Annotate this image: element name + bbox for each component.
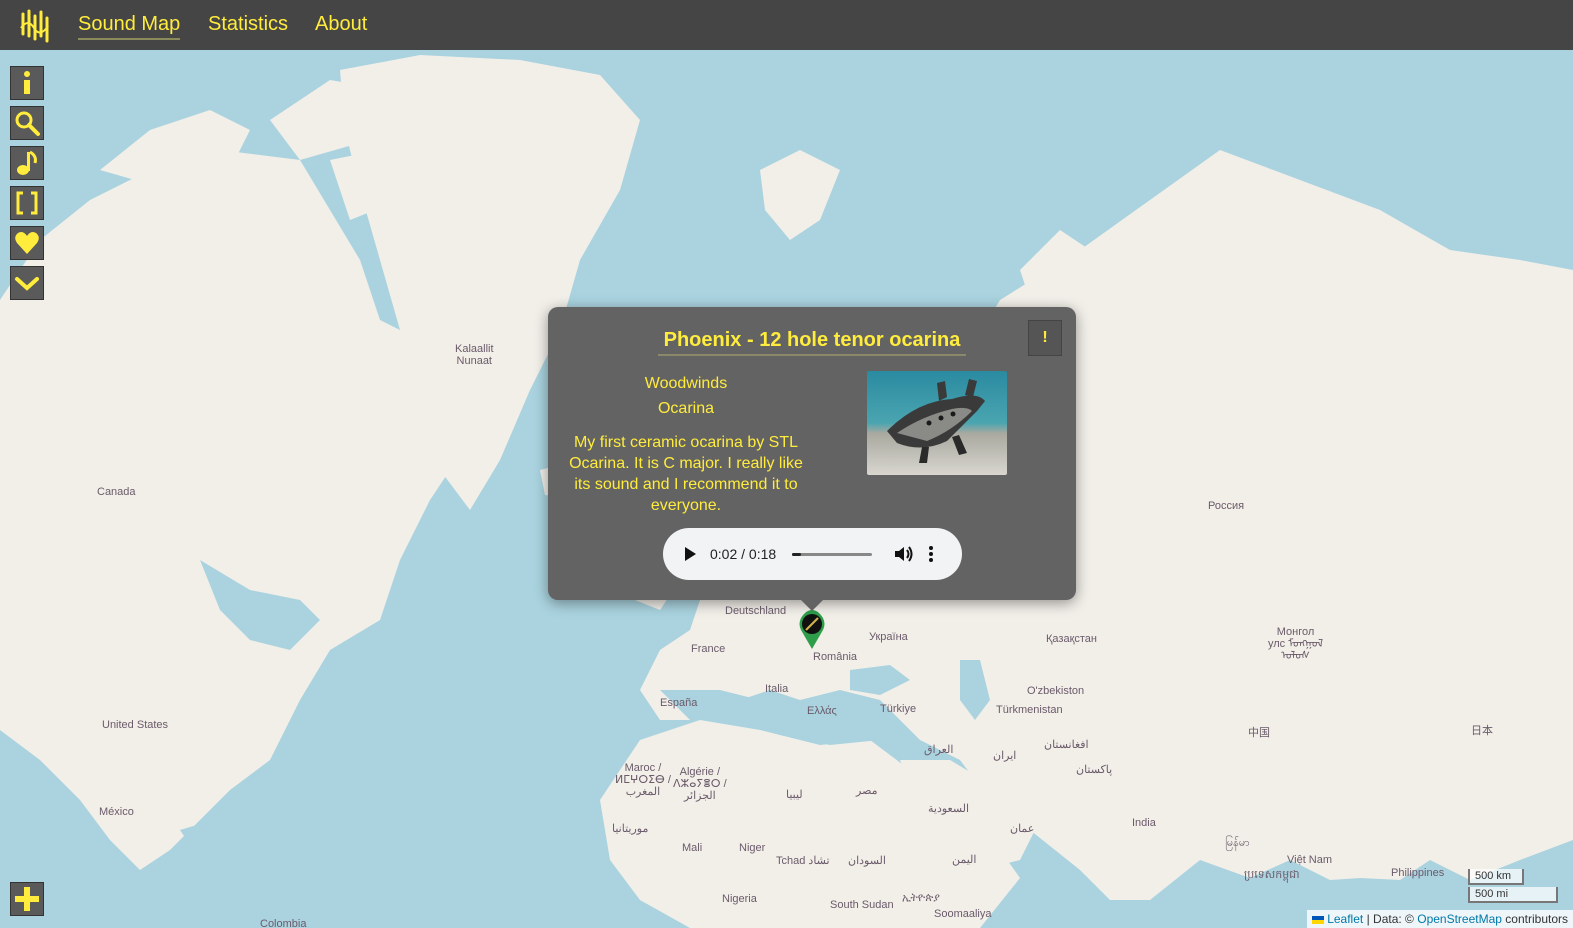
info-icon	[24, 71, 30, 94]
label-canada: Canada	[97, 486, 136, 498]
add-sound-button[interactable]	[10, 882, 44, 916]
label-cambodia: ប្រទេសកម្ពុជា	[1244, 869, 1300, 881]
popup-tip	[800, 599, 824, 611]
label-mali: Mali	[682, 842, 703, 854]
sound-marker-pin[interactable]	[798, 610, 826, 650]
label-deutschland: Deutschland	[725, 605, 787, 617]
label-kalaallit-nunaat: Kalaallit Nunaat	[455, 343, 494, 367]
label-italia: Italia	[765, 683, 789, 695]
description-text: My first ceramic ocarina by STL Ocarina.…	[569, 434, 803, 514]
label-mexico: México	[99, 806, 134, 818]
label-south-sudan: South Sudan	[830, 899, 894, 911]
label-china: 中国	[1248, 727, 1270, 739]
label-kazakhstan: Қазақстан	[1046, 633, 1097, 645]
label-uzbekiston: O'zbekiston	[1027, 685, 1085, 697]
scale-km: 500 km	[1468, 869, 1524, 885]
label-russia: Россия	[1208, 500, 1245, 512]
leaflet-link[interactable]: Leaflet	[1327, 912, 1363, 926]
label-iraq: العراق	[924, 744, 954, 756]
nav-about[interactable]: About	[315, 13, 367, 36]
plus-icon	[15, 887, 39, 911]
openstreetmap-link[interactable]: OpenStreetMap	[1417, 912, 1502, 926]
category-label: Woodwinds	[644, 375, 728, 392]
label-united-states: United States	[102, 719, 169, 731]
ukraine-flag-icon	[1311, 915, 1324, 924]
label-france: France	[691, 643, 726, 655]
label-romania: România	[813, 651, 858, 663]
search-button[interactable]	[10, 106, 44, 140]
label-tchad: Tchad تشاد	[776, 855, 830, 867]
collapse-button[interactable]	[10, 266, 44, 300]
audio-time: 0:02 / 0:18	[710, 546, 777, 562]
label-mongolia: Монгол улс ᠮᠣᠩᠭᠣᠯ ᠤᠯᠤᠰ	[1268, 626, 1324, 662]
audio-progress-fill	[792, 553, 801, 556]
more-options-icon[interactable]	[928, 545, 934, 563]
subcategory-label: Ocarina	[657, 400, 715, 417]
nav-sound-map[interactable]: Sound Map	[78, 13, 181, 40]
label-niger: Niger	[739, 842, 766, 854]
sounds-button[interactable]	[10, 146, 44, 180]
logo-icon[interactable]	[18, 6, 54, 44]
label-ellas: Ελλάς	[807, 705, 837, 717]
label-iran: ایران	[993, 750, 1017, 762]
nav-statistics[interactable]: Statistics	[208, 13, 288, 36]
label-oman: عمان	[1010, 823, 1035, 835]
label-india: India	[1132, 817, 1156, 829]
label-colombia: Colombia	[260, 918, 307, 928]
attribution-suffix: contributors	[1505, 912, 1568, 926]
report-button[interactable]: !	[1028, 320, 1062, 356]
label-mauritania: موريتانيا	[612, 823, 649, 835]
fullscreen-icon	[16, 191, 38, 215]
heart-icon	[15, 232, 39, 254]
favorites-button[interactable]	[10, 226, 44, 260]
play-icon[interactable]	[683, 546, 697, 562]
label-pakistan: پاکستان	[1076, 764, 1113, 776]
label-afghanistan: افغانستان	[1044, 739, 1089, 751]
label-vietnam: Việt Nam	[1287, 854, 1333, 866]
volume-icon[interactable]	[894, 545, 914, 563]
label-saudi: السعودية	[928, 803, 970, 815]
label-turkiye: Türkiye	[880, 703, 917, 715]
label-nigeria: Nigeria	[722, 893, 757, 905]
music-note-icon	[17, 150, 37, 175]
audio-player: 0:02 / 0:18	[663, 528, 962, 580]
label-sudan: السودان	[848, 855, 886, 867]
info-button[interactable]	[10, 66, 44, 100]
label-japan: 日本	[1471, 725, 1493, 737]
label-myanmar: မြန်မာ	[1225, 837, 1250, 849]
instrument-photo[interactable]	[867, 371, 1007, 475]
label-turkmenistan: Türkmenistan	[996, 704, 1063, 716]
label-maroc: Maroc / ⵍⵎⵖⵔⵉⴱ / المغرب	[615, 762, 671, 798]
sound-popup: Phoenix - 12 hole tenor ocarina ! Woodwi…	[548, 307, 1076, 600]
scale-mi: 500 mi	[1468, 887, 1558, 903]
label-ethiopia: ኢትዮጵያ	[902, 892, 940, 904]
attribution-data-prefix: | Data: ©	[1366, 912, 1414, 926]
audio-progress-slider[interactable]	[792, 553, 872, 556]
label-libya: ليبيا	[786, 789, 803, 801]
label-somaliya: Soomaaliya	[934, 908, 992, 920]
map-attribution: Leaflet | Data: © OpenStreetMap contribu…	[1306, 910, 1573, 928]
label-algerie: Algérie / ⴷⵣⴰⵢⴻⵔ / الجزائر	[673, 766, 727, 802]
fullscreen-button[interactable]	[10, 186, 44, 220]
label-egypt: مصر	[856, 785, 878, 797]
popup-title: Phoenix - 12 hole tenor ocarina	[657, 329, 967, 356]
top-navigation-bar: Sound Map Statistics About	[0, 0, 1573, 50]
label-ukraina: Україна	[869, 631, 908, 643]
label-espana: España	[660, 697, 698, 709]
search-icon	[15, 111, 40, 136]
label-yemen: اليمن	[952, 854, 977, 866]
label-philippines: Philippines	[1391, 867, 1445, 879]
chevron-down-icon	[15, 277, 39, 291]
